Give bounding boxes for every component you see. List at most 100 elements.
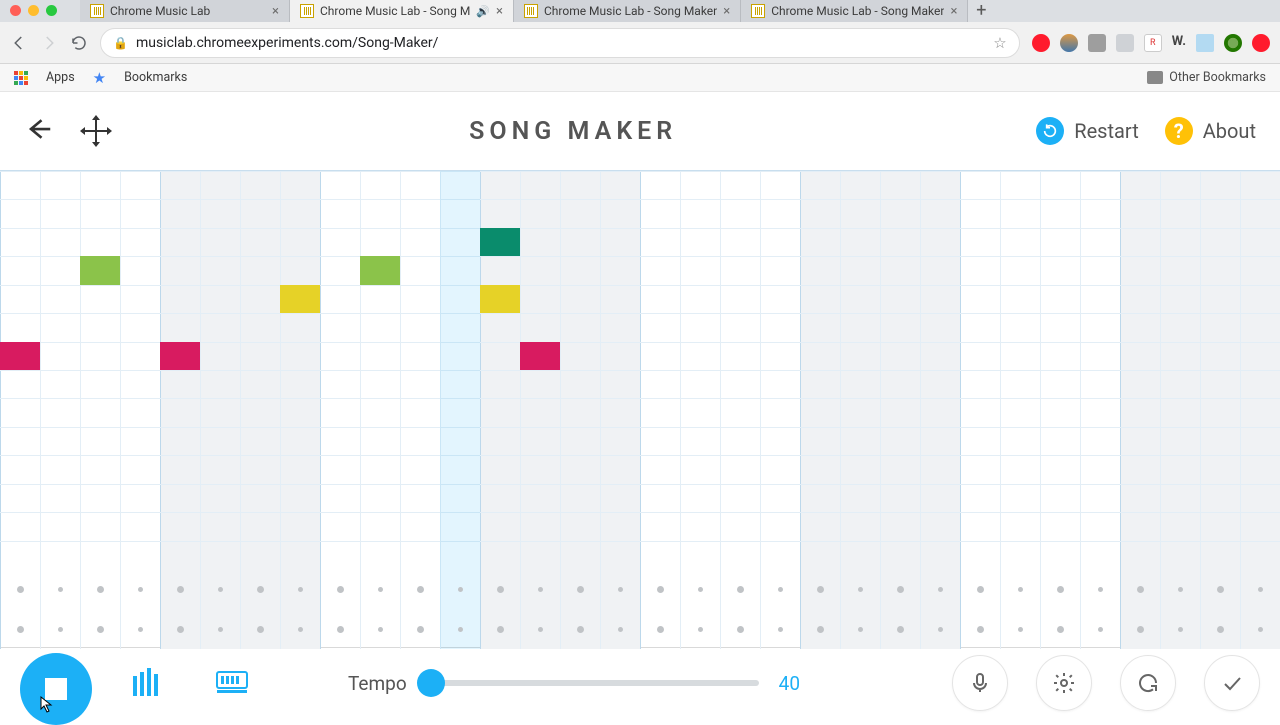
extension-icon[interactable]: [1252, 34, 1270, 52]
rhythm-cell[interactable]: [858, 627, 863, 632]
rhythm-cell[interactable]: [177, 586, 184, 593]
rhythm-cell[interactable]: [618, 627, 623, 632]
rhythm-cell[interactable]: [218, 627, 223, 632]
rhythm-cell[interactable]: [337, 626, 344, 633]
melody-grid[interactable]: [0, 171, 1280, 569]
apps-icon[interactable]: [14, 71, 28, 85]
rhythm-grid[interactable]: [0, 569, 1280, 649]
rhythm-cell[interactable]: [257, 586, 264, 593]
pan-icon[interactable]: [82, 117, 110, 145]
rhythm-cell[interactable]: [1057, 586, 1064, 593]
tab-close-icon[interactable]: ×: [272, 4, 279, 19]
rhythm-cell[interactable]: [538, 627, 543, 632]
rhythm-cell[interactable]: [1137, 626, 1144, 633]
rhythm-cell[interactable]: [698, 587, 703, 592]
new-tab-button[interactable]: +: [968, 0, 994, 22]
extension-icon[interactable]: W.: [1172, 34, 1186, 52]
tempo-slider[interactable]: [419, 680, 759, 686]
note-cell[interactable]: [480, 285, 520, 313]
rhythm-cell[interactable]: [138, 627, 143, 632]
rhythm-cell[interactable]: [497, 586, 504, 593]
maximize-window-icon[interactable]: [46, 5, 57, 16]
rhythm-cell[interactable]: [737, 586, 744, 593]
rhythm-cell[interactable]: [1098, 627, 1103, 632]
rhythm-cell[interactable]: [657, 586, 664, 593]
rhythm-cell[interactable]: [1258, 627, 1263, 632]
rhythm-cell[interactable]: [1258, 587, 1263, 592]
note-cell[interactable]: [360, 256, 400, 284]
minimize-window-icon[interactable]: [28, 5, 39, 16]
tab-close-icon[interactable]: ×: [496, 4, 503, 19]
extension-icon[interactable]: [1032, 34, 1050, 52]
rhythm-cell[interactable]: [938, 627, 943, 632]
rhythm-cell[interactable]: [97, 626, 104, 633]
rhythm-cell[interactable]: [138, 587, 143, 592]
apps-link[interactable]: Apps: [46, 70, 75, 85]
close-window-icon[interactable]: [10, 5, 21, 16]
nav-back-button[interactable]: [10, 34, 28, 52]
note-cell[interactable]: [160, 342, 200, 370]
rhythm-cell[interactable]: [1178, 627, 1183, 632]
rhythm-cell[interactable]: [817, 626, 824, 633]
rhythm-cell[interactable]: [1217, 586, 1224, 593]
browser-tab[interactable]: Chrome Music Lab - Song Maker×: [741, 0, 968, 22]
settings-button[interactable]: [1036, 655, 1092, 711]
rhythm-cell[interactable]: [657, 626, 664, 633]
rhythm-cell[interactable]: [177, 626, 184, 633]
rhythm-cell[interactable]: [977, 586, 984, 593]
rhythm-cell[interactable]: [298, 587, 303, 592]
rhythm-cell[interactable]: [977, 626, 984, 633]
rhythm-cell[interactable]: [1137, 586, 1144, 593]
rhythm-cell[interactable]: [577, 626, 584, 633]
tempo-slider-thumb[interactable]: [417, 669, 445, 697]
extension-icon[interactable]: [1088, 34, 1106, 52]
bookmarks-link[interactable]: Bookmarks: [124, 70, 187, 85]
note-cell[interactable]: [480, 228, 520, 256]
rhythm-cell[interactable]: [858, 587, 863, 592]
rhythm-cell[interactable]: [618, 587, 623, 592]
note-cell[interactable]: [0, 342, 40, 370]
rhythm-cell[interactable]: [458, 627, 463, 632]
rhythm-cell[interactable]: [1178, 587, 1183, 592]
extension-icon[interactable]: [1116, 34, 1134, 52]
rhythm-cell[interactable]: [378, 627, 383, 632]
rhythm-cell[interactable]: [1018, 587, 1023, 592]
rhythm-cell[interactable]: [458, 587, 463, 592]
rhythm-cell[interactable]: [17, 626, 24, 633]
play-stop-button[interactable]: [20, 653, 92, 725]
save-button[interactable]: [1204, 655, 1260, 711]
extension-icon[interactable]: [1196, 34, 1214, 52]
rhythm-cell[interactable]: [337, 586, 344, 593]
rhythm-cell[interactable]: [58, 587, 63, 592]
browser-tab[interactable]: Chrome Music Lab - Song M🔊×: [290, 0, 514, 22]
rhythm-cell[interactable]: [698, 627, 703, 632]
rhythm-cell[interactable]: [1057, 626, 1064, 633]
rhythm-cell[interactable]: [538, 587, 543, 592]
rhythm-cell[interactable]: [817, 586, 824, 593]
tab-close-icon[interactable]: ×: [950, 4, 957, 19]
rhythm-cell[interactable]: [778, 627, 783, 632]
rhythm-cell[interactable]: [17, 586, 24, 593]
rhythm-cell[interactable]: [378, 587, 383, 592]
rhythm-cell[interactable]: [778, 587, 783, 592]
other-bookmarks-button[interactable]: Other Bookmarks: [1147, 70, 1266, 85]
bookmark-star-icon[interactable]: ☆: [993, 34, 1006, 52]
undo-button[interactable]: [1120, 655, 1176, 711]
instrument-melody-button[interactable]: [120, 655, 176, 711]
tab-close-icon[interactable]: ×: [723, 4, 730, 19]
note-cell[interactable]: [520, 342, 560, 370]
song-grid[interactable]: [0, 170, 1280, 648]
rhythm-cell[interactable]: [897, 586, 904, 593]
extension-icon[interactable]: R: [1144, 34, 1162, 52]
rhythm-cell[interactable]: [577, 586, 584, 593]
about-button[interactable]: ? About: [1165, 117, 1256, 145]
rhythm-cell[interactable]: [218, 587, 223, 592]
rhythm-cell[interactable]: [417, 626, 424, 633]
instrument-rhythm-button[interactable]: [204, 655, 260, 711]
rhythm-cell[interactable]: [1098, 587, 1103, 592]
profile-avatar[interactable]: [1224, 34, 1242, 52]
extension-icon[interactable]: [1060, 34, 1078, 52]
browser-tab[interactable]: Chrome Music Lab - Song Maker×: [514, 0, 741, 22]
nav-forward-button[interactable]: [40, 34, 58, 52]
tempo-control[interactable]: Tempo 40: [348, 672, 800, 695]
